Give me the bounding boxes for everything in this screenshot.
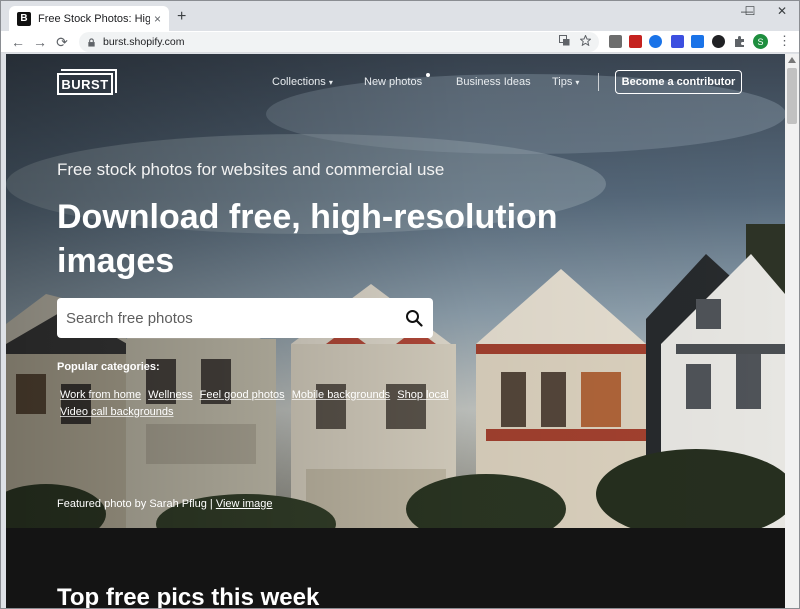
browser-toolbar: ← → ⟳ burst.shopify.com S ⋮ — [1, 31, 799, 53]
url-text: burst.shopify.com — [103, 36, 185, 48]
nav-new-photos[interactable]: New photos — [364, 76, 422, 88]
browser-menu-icon[interactable]: ⋮ — [778, 33, 791, 49]
translate-icon[interactable] — [559, 35, 570, 46]
maximize-button[interactable]: ☐ — [735, 1, 765, 21]
nav-business-ideas[interactable]: Business Ideas — [456, 76, 531, 88]
category-link[interactable]: Shop local — [397, 389, 448, 401]
hero-headline: Download free, high-resolution images — [57, 198, 558, 280]
scroll-up-icon[interactable] — [788, 57, 796, 63]
burst-logo[interactable]: BURST — [57, 69, 119, 97]
new-tab-button[interactable]: + — [177, 9, 186, 25]
nav-collections-label: Collections — [272, 76, 326, 88]
page-scrollbar[interactable] — [785, 54, 799, 608]
section-title: Top free pics this week — [57, 584, 320, 608]
address-bar[interactable]: burst.shopify.com — [79, 32, 599, 52]
tab-title: Free Stock Photos: High-Res Ima — [38, 12, 150, 25]
reload-button[interactable]: ⟳ — [53, 33, 71, 51]
view-image-link[interactable]: View image — [216, 498, 273, 510]
category-link[interactable]: Mobile backgrounds — [292, 389, 390, 401]
chevron-down-icon: ▾ — [575, 78, 580, 87]
category-link[interactable]: Wellness — [148, 389, 192, 401]
extension-2-icon[interactable] — [629, 35, 642, 48]
forward-button[interactable]: → — [31, 33, 49, 51]
search-input[interactable] — [66, 309, 386, 327]
category-link[interactable]: Video call backgrounds — [60, 406, 174, 418]
new-indicator-dot — [426, 73, 430, 77]
bookmark-star-icon[interactable] — [580, 35, 591, 46]
scrollbar-thumb[interactable] — [787, 68, 797, 124]
category-link[interactable]: Feel good photos — [200, 389, 285, 401]
extension-3-icon[interactable] — [649, 35, 662, 48]
chevron-down-icon: ▾ — [328, 78, 333, 87]
nav-tips-label: Tips — [552, 76, 573, 88]
extension-4-icon[interactable] — [671, 35, 684, 48]
burst-favicon-icon: B — [17, 11, 31, 26]
profile-avatar[interactable]: S — [753, 34, 768, 49]
extension-6-icon[interactable] — [712, 35, 725, 48]
popular-categories-label: Popular categories: — [57, 361, 160, 373]
photo-credit-text: Featured photo by Sarah Pflug | — [57, 498, 213, 510]
tab-strip: B Free Stock Photos: High-Res Ima × + — … — [1, 1, 799, 31]
extensions-puzzle-icon[interactable] — [733, 35, 746, 48]
search-icon[interactable] — [405, 309, 423, 327]
close-window-button[interactable]: ✕ — [767, 1, 797, 21]
hero-subtitle: Free stock photos for websites and comme… — [57, 160, 445, 179]
nav-collections[interactable]: Collections ▾ — [272, 76, 333, 88]
browser-tab[interactable]: B Free Stock Photos: High-Res Ima × — [9, 6, 169, 31]
lock-icon — [88, 37, 95, 47]
extension-1-icon[interactable] — [609, 35, 622, 48]
nav-divider — [598, 73, 599, 91]
back-button[interactable]: ← — [9, 33, 27, 51]
tab-close-icon[interactable]: × — [154, 12, 161, 26]
page-viewport: BURST Collections ▾ New photos Business I… — [6, 54, 785, 608]
browser-window: B Free Stock Photos: High-Res Ima × + — … — [0, 0, 800, 609]
nav-tips[interactable]: Tips ▾ — [552, 76, 579, 88]
hero-section: BURST Collections ▾ New photos Business I… — [6, 54, 785, 528]
logo-text: BURST — [57, 73, 113, 95]
category-link[interactable]: Work from home — [60, 389, 141, 401]
nav-business-ideas-label: Business Ideas — [456, 76, 531, 88]
photo-credit: Featured photo by Sarah Pflug | View ima… — [57, 498, 272, 510]
become-contributor-button[interactable]: Become a contributor — [615, 70, 742, 94]
popular-categories-list: Work from home Wellness Feel good photos… — [60, 387, 460, 421]
nav-new-photos-label: New photos — [364, 76, 423, 88]
extension-5-icon[interactable] — [691, 35, 704, 48]
search-box — [57, 298, 433, 338]
